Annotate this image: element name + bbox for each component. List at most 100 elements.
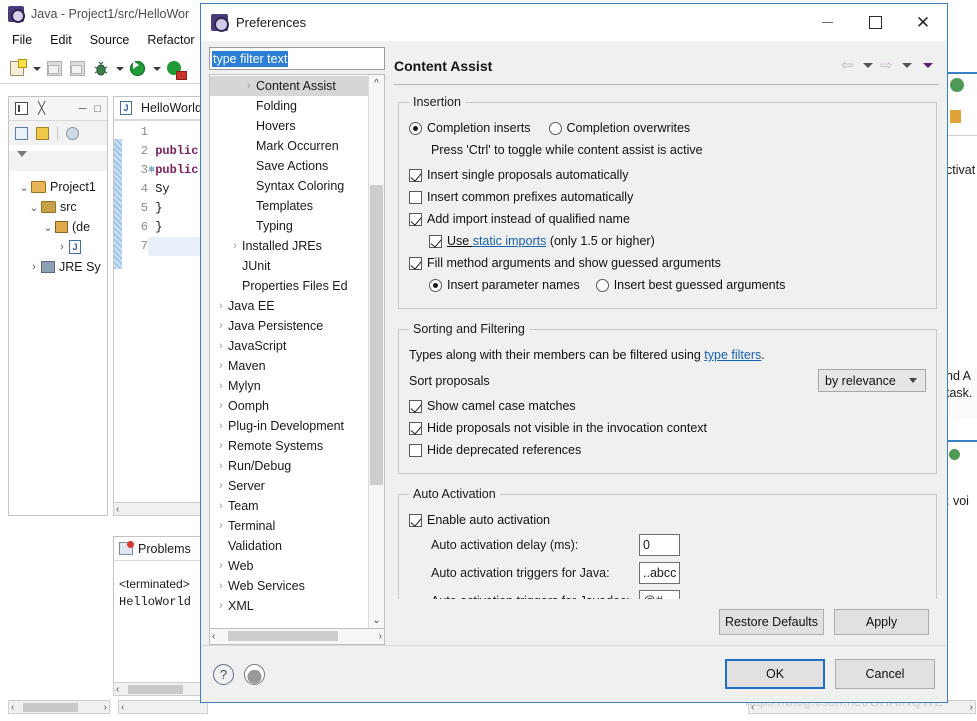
tree-item-save-actions[interactable]: Save Actions [210, 156, 368, 176]
save-all-icon[interactable] [68, 58, 88, 78]
new-dropdown-icon[interactable] [31, 58, 42, 78]
expand-arrow-icon[interactable]: › [214, 580, 228, 592]
tree-item-jre-system-library[interactable]: › JRE Sy [13, 257, 107, 277]
forward-arrow-icon[interactable] [880, 59, 895, 72]
restore-defaults-button[interactable]: Restore Defaults [719, 609, 824, 635]
expand-arrow-icon[interactable]: › [242, 80, 256, 92]
tree-item-oomph[interactable]: › Oomph [210, 396, 368, 416]
expand-arrow-icon[interactable]: › [214, 600, 228, 612]
scroll-right-icon[interactable]: › [104, 702, 107, 713]
tree-item-folding[interactable]: Folding [210, 96, 368, 116]
minimize-button[interactable] [803, 4, 851, 41]
filter-input-value[interactable]: type filter text [212, 50, 289, 67]
page-menu-dropdown-icon[interactable] [923, 63, 933, 68]
use-static-imports-checkbox[interactable] [429, 234, 442, 248]
tree-item-mark-occurrences[interactable]: Mark Occurren [210, 136, 368, 156]
filter-input[interactable]: type filter text [209, 47, 385, 70]
hide-invisible-proposals-checkbox[interactable] [409, 421, 422, 435]
console-view[interactable]: Problems <terminated> HelloWorld ‹ › [113, 536, 213, 696]
type-filters-link[interactable]: type filters [704, 348, 761, 362]
expand-arrow-icon[interactable]: › [228, 240, 242, 252]
preferences-tree[interactable]: › Content Assist Folding Hovers Mark Occ… [210, 75, 368, 628]
package-explorer-icon[interactable] [15, 102, 28, 115]
page-navigation-controls[interactable] [841, 59, 939, 72]
scroll-left-icon[interactable]: ‹ [116, 684, 119, 695]
bottom-horizontal-scrollbar[interactable]: ‹ [118, 700, 208, 714]
chevron-down-icon[interactable] [17, 151, 27, 157]
menu-refactor[interactable]: Refactor [147, 33, 194, 47]
window-buttons[interactable]: ✕ [803, 4, 947, 41]
static-imports-link[interactable]: static imports [473, 234, 547, 248]
completion-overwrites-radio[interactable] [548, 121, 562, 135]
close-button[interactable]: ✕ [899, 4, 947, 41]
scroll-left-icon[interactable]: ‹ [11, 702, 14, 713]
view-menu-dots-icon[interactable] [66, 126, 79, 140]
show-camel-case-checkbox[interactable] [409, 399, 422, 413]
auto-activation-javadoc-input[interactable]: @# [639, 590, 680, 599]
expand-arrow-icon[interactable]: › [214, 340, 228, 352]
package-explorer-view[interactable]: ╳ ─ □ ⌄ Project1 ⌄ src ⌄ (de › J › JRE S… [8, 96, 108, 516]
tree-item-installed-jres[interactable]: › Installed JREs [210, 236, 368, 256]
tree-item-java-persistence[interactable]: › Java Persistence [210, 316, 368, 336]
scroll-left-icon[interactable]: ‹ [121, 702, 124, 713]
maximize-view-icon[interactable]: □ [94, 103, 101, 115]
tree-item-run-debug[interactable]: › Run/Debug [210, 456, 368, 476]
console-tab-bar[interactable]: Problems [114, 537, 212, 561]
back-dropdown-icon[interactable] [863, 63, 873, 68]
fill-method-arguments-checkbox[interactable] [409, 256, 422, 270]
scroll-up-icon[interactable]: ^ [369, 75, 384, 91]
tree-item-validation[interactable]: Validation [210, 536, 368, 556]
insert-common-prefixes-checkbox[interactable] [409, 190, 422, 204]
expand-arrow-icon[interactable]: › [214, 300, 228, 312]
help-icon[interactable]: ? [213, 663, 234, 685]
tree-item-java-file[interactable]: › J [13, 237, 107, 257]
tab-problems[interactable]: Problems [138, 542, 191, 556]
expand-arrow-icon[interactable]: › [214, 560, 228, 572]
forward-dropdown-icon[interactable] [902, 63, 912, 68]
hide-deprecated-checkbox[interactable] [409, 443, 422, 457]
tree-item-terminal[interactable]: › Terminal [210, 516, 368, 536]
completion-inserts-radio[interactable] [409, 121, 422, 135]
explorer-filter-row[interactable] [9, 151, 107, 171]
debug-dropdown-icon[interactable] [114, 58, 125, 78]
expand-arrow-icon[interactable]: › [214, 360, 228, 372]
expand-arrow-icon[interactable]: › [214, 420, 228, 432]
tree-item-typing[interactable]: Typing [210, 216, 368, 236]
tree-item-content-assist[interactable]: › Content Assist [210, 76, 368, 96]
run-dropdown-icon[interactable] [151, 58, 162, 78]
preferences-tree-container[interactable]: › Content Assist Folding Hovers Mark Occ… [209, 74, 385, 629]
debug-icon[interactable] [91, 58, 111, 78]
menu-file[interactable]: File [12, 33, 32, 47]
scroll-thumb[interactable] [23, 703, 78, 712]
right-view-tab-outline[interactable] [946, 72, 977, 100]
maximize-button[interactable] [851, 4, 899, 41]
run-icon[interactable] [128, 58, 148, 78]
explorer-horizontal-scrollbar[interactable]: ‹ › [8, 700, 110, 714]
tree-item-properties-files-editor[interactable]: Properties Files Ed [210, 276, 368, 296]
minimize-view-icon[interactable]: ─ [79, 103, 87, 115]
tree-item-plug-in-development[interactable]: › Plug-in Development [210, 416, 368, 436]
expand-arrow-icon[interactable]: › [214, 460, 228, 472]
scroll-left-icon[interactable]: ‹ [212, 631, 215, 642]
explorer-tab-bar[interactable]: ╳ ─ □ [9, 97, 107, 121]
hierarchy-icon[interactable]: ╳ [38, 102, 45, 115]
scroll-right-icon[interactable]: › [379, 631, 382, 642]
tree-item-web[interactable]: › Web [210, 556, 368, 576]
expand-arrow-icon[interactable]: › [214, 400, 228, 412]
insert-parameter-names-radio[interactable] [429, 278, 442, 292]
tree-item-xml[interactable]: › XML [210, 596, 368, 616]
new-icon[interactable] [8, 58, 28, 78]
tree-item-mylyn[interactable]: › Mylyn [210, 376, 368, 396]
tree-item-team[interactable]: › Team [210, 496, 368, 516]
insert-best-guessed-radio[interactable] [595, 278, 609, 292]
tree-horizontal-scrollbar[interactable]: ‹ › [209, 629, 385, 645]
tree-item-remote-systems[interactable]: › Remote Systems [210, 436, 368, 456]
scroll-thumb[interactable] [228, 631, 338, 641]
shell-icon[interactable] [244, 663, 265, 685]
tree-item-syntax-coloring[interactable]: Syntax Coloring [210, 176, 368, 196]
menu-edit[interactable]: Edit [50, 33, 72, 47]
explorer-tree[interactable]: ⌄ Project1 ⌄ src ⌄ (de › J › JRE Sy [9, 171, 107, 277]
tree-item-project[interactable]: ⌄ Project1 [13, 177, 107, 197]
scroll-right-icon[interactable]: › [970, 702, 973, 713]
right-view-tab-3[interactable] [946, 440, 977, 472]
